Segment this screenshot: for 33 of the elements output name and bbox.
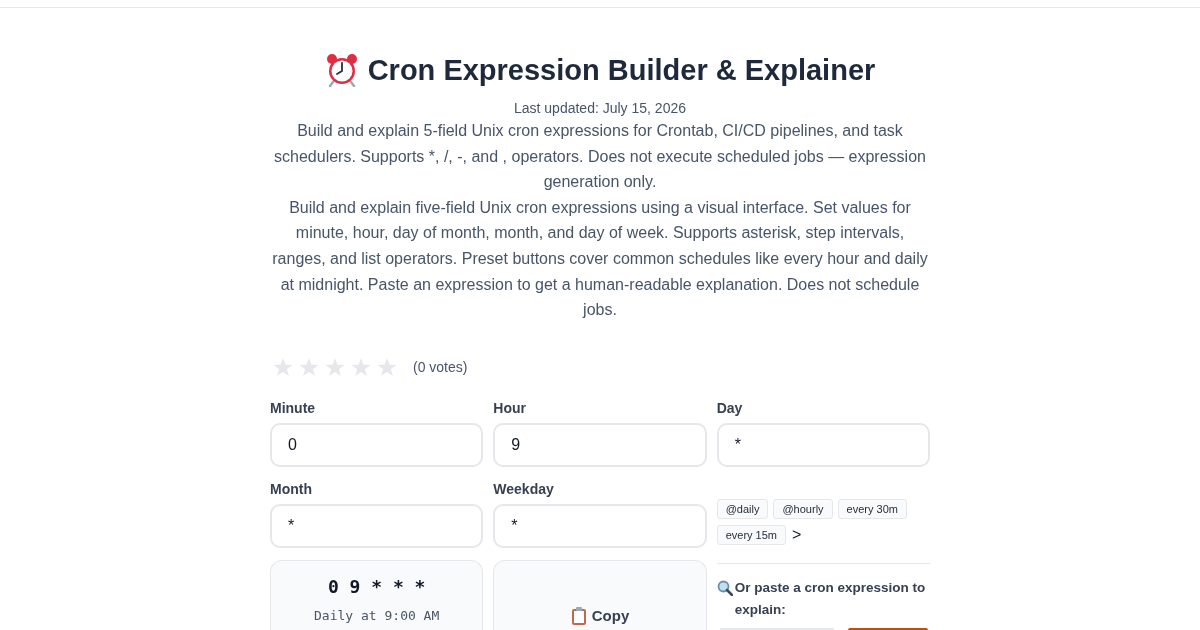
preset-button[interactable]: every 15m <box>716 524 786 545</box>
input-field[interactable]: * <box>493 503 707 548</box>
cron-expression: 0 9 * * * <box>327 574 426 599</box>
field-label: Month <box>270 479 313 499</box>
copy-button[interactable]: Copy <box>493 559 707 630</box>
field-label: Day <box>716 398 744 418</box>
clipboard-icon <box>570 606 587 625</box>
expression-explanation: Daily at 9:00 AM <box>314 606 440 625</box>
preset-button[interactable]: @daily <box>716 498 769 519</box>
action-button[interactable] <box>848 627 928 630</box>
explain-heading: Or paste a cron expression to explain: <box>734 578 927 619</box>
input-field[interactable]: 9 <box>493 422 707 467</box>
search-icon <box>716 579 733 596</box>
next-presets-button[interactable]: > <box>791 524 803 545</box>
last-updated-text: Last updated: July 15, 2026 <box>513 99 687 118</box>
field-label: Minute <box>270 398 317 418</box>
description-text: Build and explain five-field Unix cron expressions using a visual interface. Set values for minute, hour, day of month, month, and day of week. Supports asterisk, step intervals, ranges, and list operators. Preset buttons cover common schedules like every hour and daily at midnight. Paste an expression to get a human-readable explanation. Does not schedule jobs. <box>271 197 929 321</box>
input-field[interactable]: * <box>270 503 484 548</box>
input-field[interactable]: 0 <box>270 422 484 467</box>
vote-count: (0 votes) <box>413 358 468 378</box>
star-icon[interactable] <box>377 358 397 378</box>
preset-button[interactable]: every 30m <box>837 498 907 519</box>
star-icon[interactable] <box>351 358 371 378</box>
star-icon[interactable] <box>273 358 293 378</box>
preset-button[interactable]: @hourly <box>773 498 833 519</box>
star-icon[interactable] <box>325 358 345 378</box>
description-text: Build and explain 5-field Unix cron expressions for Crontab, CI/CD pipelines, and task schedulers. Supports *, /, -, and , operators. Does not execute scheduled jobs — expression generation only. <box>273 121 927 193</box>
field-label: Weekday <box>493 479 555 499</box>
page-title: Cron Expression Builder & Explainer <box>367 53 876 88</box>
star-icon[interactable] <box>299 358 319 378</box>
input-field[interactable]: * <box>716 422 930 467</box>
field-label: Hour <box>493 398 527 418</box>
alarm-clock-icon <box>324 53 359 87</box>
